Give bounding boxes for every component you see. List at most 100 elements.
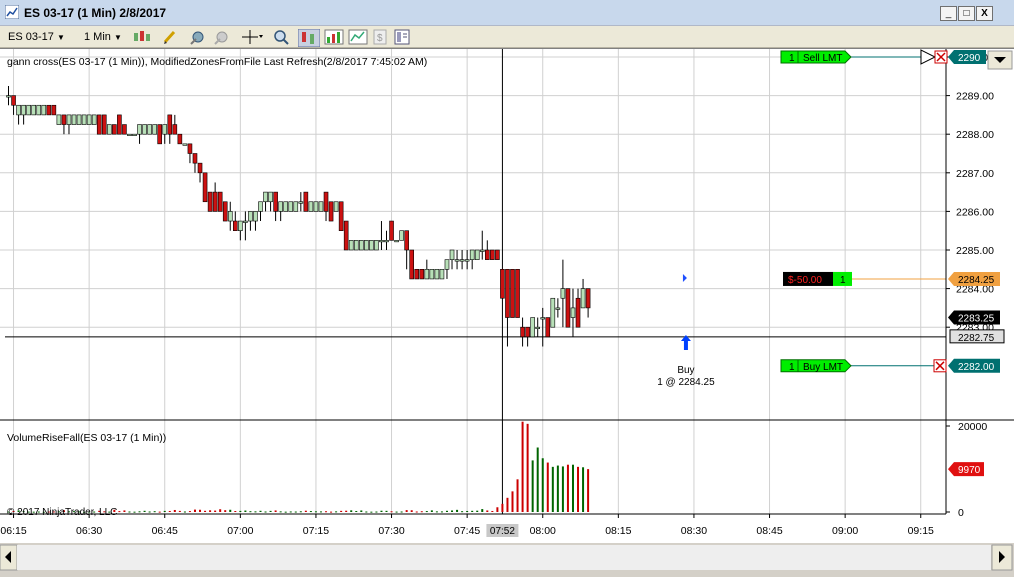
data-series-button[interactable] xyxy=(298,29,320,47)
position-price-marker-text: 2284.25 xyxy=(958,275,995,286)
volume-bar xyxy=(582,467,585,512)
volume-bar xyxy=(304,510,307,512)
volume-bar xyxy=(123,510,126,512)
panel-menu-button[interactable] xyxy=(987,50,1013,70)
candle-body xyxy=(212,191,218,212)
chart-canvas[interactable]: 2290.002289.002288.002287.002286.002285.… xyxy=(0,49,1014,544)
position-pnl-box[interactable]: $-50.00 1 xyxy=(783,271,852,286)
strategies-icon[interactable] xyxy=(324,29,344,45)
candle-body xyxy=(71,114,77,125)
candle-body xyxy=(429,269,435,280)
volume-bar xyxy=(279,511,282,513)
candle-body xyxy=(96,114,102,135)
bar-type-button[interactable] xyxy=(132,29,154,45)
candle-body xyxy=(283,201,289,212)
candle-body xyxy=(167,114,173,135)
copyright-text: © 2017 NinjaTrader, LLC xyxy=(7,507,117,518)
candle-body xyxy=(122,124,127,135)
volume-bar xyxy=(456,509,459,512)
candle-body xyxy=(348,240,354,251)
price-tick-label: 2285.00 xyxy=(956,245,994,257)
volume-bar xyxy=(556,465,559,512)
volume-bar xyxy=(410,510,413,512)
volume-bar xyxy=(249,511,252,513)
instrument-selector[interactable]: ES 03-17 ▼ xyxy=(8,29,72,45)
candle-body xyxy=(580,288,586,309)
chart-properties-icon[interactable] xyxy=(394,29,410,45)
pnl-qty: 1 xyxy=(840,275,846,286)
volume-bar xyxy=(178,510,181,512)
volume-bar xyxy=(199,509,202,512)
volume-bar xyxy=(481,509,484,512)
candle-body xyxy=(520,326,525,338)
volume-bar xyxy=(541,458,544,512)
volume-panel-header: VolumeRiseFall(ES 03-17 (1 Min)) xyxy=(7,432,166,444)
zoom-icon[interactable] xyxy=(272,29,290,45)
time-tick-label: 07:00 xyxy=(227,525,253,537)
sell-limit-order[interactable]: 1 Sell LMT xyxy=(780,50,852,64)
candle-body xyxy=(268,191,273,203)
execution-label: Buy xyxy=(677,365,694,376)
candle-body xyxy=(162,124,168,135)
candle-body xyxy=(490,249,495,260)
minimize-button[interactable]: _ xyxy=(940,6,957,21)
volume-bar xyxy=(546,462,549,512)
maximize-button[interactable]: □ xyxy=(958,6,975,21)
volume-bar xyxy=(571,464,574,512)
time-tick-label: 07:30 xyxy=(378,525,404,537)
sell-order-cancel[interactable] xyxy=(920,49,948,65)
entry-marker-icon xyxy=(682,273,687,282)
volume-bar xyxy=(506,497,509,512)
buy-order-cancel[interactable] xyxy=(933,359,947,373)
candle-body xyxy=(318,201,324,212)
volume-bar xyxy=(516,479,519,512)
last-price-marker: 2283.25 xyxy=(948,310,1000,325)
volume-bar xyxy=(183,511,186,513)
price-tick-label: 2289.00 xyxy=(956,91,994,103)
candle-body xyxy=(585,288,591,309)
volume-bar xyxy=(445,510,448,512)
buy-limit-order[interactable]: 1 Buy LMT xyxy=(780,359,852,373)
crosshair-icon[interactable] xyxy=(240,29,264,45)
close-window-button[interactable]: X xyxy=(976,6,993,21)
indicators-icon[interactable] xyxy=(348,29,368,45)
volume-bar xyxy=(501,503,504,512)
interval-selector[interactable]: 1 Min ▼ xyxy=(84,29,126,45)
buy-price-marker-text: 2282.00 xyxy=(958,362,995,373)
volume-bar xyxy=(566,464,569,512)
candle-body xyxy=(101,114,107,135)
volume-bar xyxy=(209,510,212,512)
global-crosshair-icon[interactable] xyxy=(214,29,232,45)
price-tick-label: 2286.00 xyxy=(956,206,994,218)
volume-bar xyxy=(309,511,312,513)
volume-bar xyxy=(521,421,524,512)
dollar-icon[interactable]: $ xyxy=(372,29,388,45)
volume-bar xyxy=(415,511,418,513)
pencil-icon[interactable] xyxy=(162,29,184,45)
candle-body xyxy=(308,201,314,212)
volume-bar xyxy=(163,510,166,512)
window-title-bar[interactable]: ES 03-17 (1 Min) 2/8/2017 _ □ X xyxy=(0,0,1014,26)
time-tick-label: 08:45 xyxy=(756,525,782,537)
sell-limit-qty: 1 xyxy=(789,53,795,64)
candle-body xyxy=(243,220,248,223)
candle-body xyxy=(358,240,364,251)
volume-bar xyxy=(153,511,156,513)
candle-body xyxy=(258,201,263,212)
candle-body xyxy=(540,317,546,320)
candle-body xyxy=(157,124,162,145)
candle-body xyxy=(56,114,62,125)
volume-bar xyxy=(254,511,257,513)
candle-body xyxy=(21,104,26,116)
volume-bar xyxy=(461,511,464,513)
candle-body xyxy=(36,104,42,116)
scroll-track[interactable] xyxy=(17,545,991,570)
snap-mode-icon[interactable] xyxy=(190,29,208,45)
time-tick-label: 08:15 xyxy=(605,525,631,537)
volume-bar xyxy=(440,511,443,513)
chart-area[interactable]: 2290.002289.002288.002287.002286.002285.… xyxy=(0,48,1014,543)
volume-bar xyxy=(360,510,363,512)
volume-bar xyxy=(269,510,272,512)
candle-body xyxy=(137,124,142,135)
horizontal-scrollbar[interactable] xyxy=(0,543,1014,572)
